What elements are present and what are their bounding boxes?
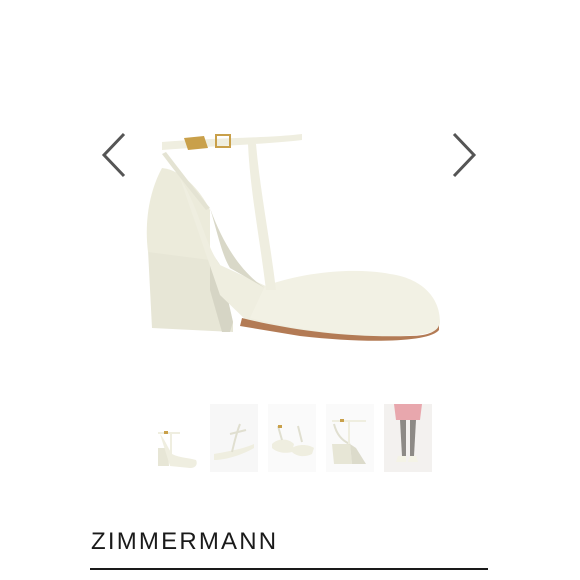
model-thumbnail-icon xyxy=(384,404,432,472)
shoe-thumbnail-icon xyxy=(210,404,258,472)
shoe-thumbnail-icon xyxy=(268,404,316,472)
chevron-left-icon xyxy=(101,132,126,178)
brand-name[interactable]: ZIMMERMANN xyxy=(91,530,278,554)
brand-underline xyxy=(90,568,488,570)
thumbnail-2[interactable] xyxy=(210,404,258,472)
next-image-button[interactable] xyxy=(446,130,480,180)
thumbnail-3[interactable] xyxy=(268,404,316,472)
thumbnail-4[interactable] xyxy=(326,404,374,472)
thumbnail-5[interactable] xyxy=(384,404,432,472)
thumbnail-1[interactable] xyxy=(152,404,200,472)
chevron-right-icon xyxy=(452,132,477,178)
previous-image-button[interactable] xyxy=(98,130,132,180)
thumbnail-strip xyxy=(152,404,442,472)
product-image xyxy=(70,60,510,400)
shoe-thumbnail-icon xyxy=(326,404,374,472)
shoe-image xyxy=(146,134,440,341)
shoe-thumbnail-icon xyxy=(158,431,197,468)
